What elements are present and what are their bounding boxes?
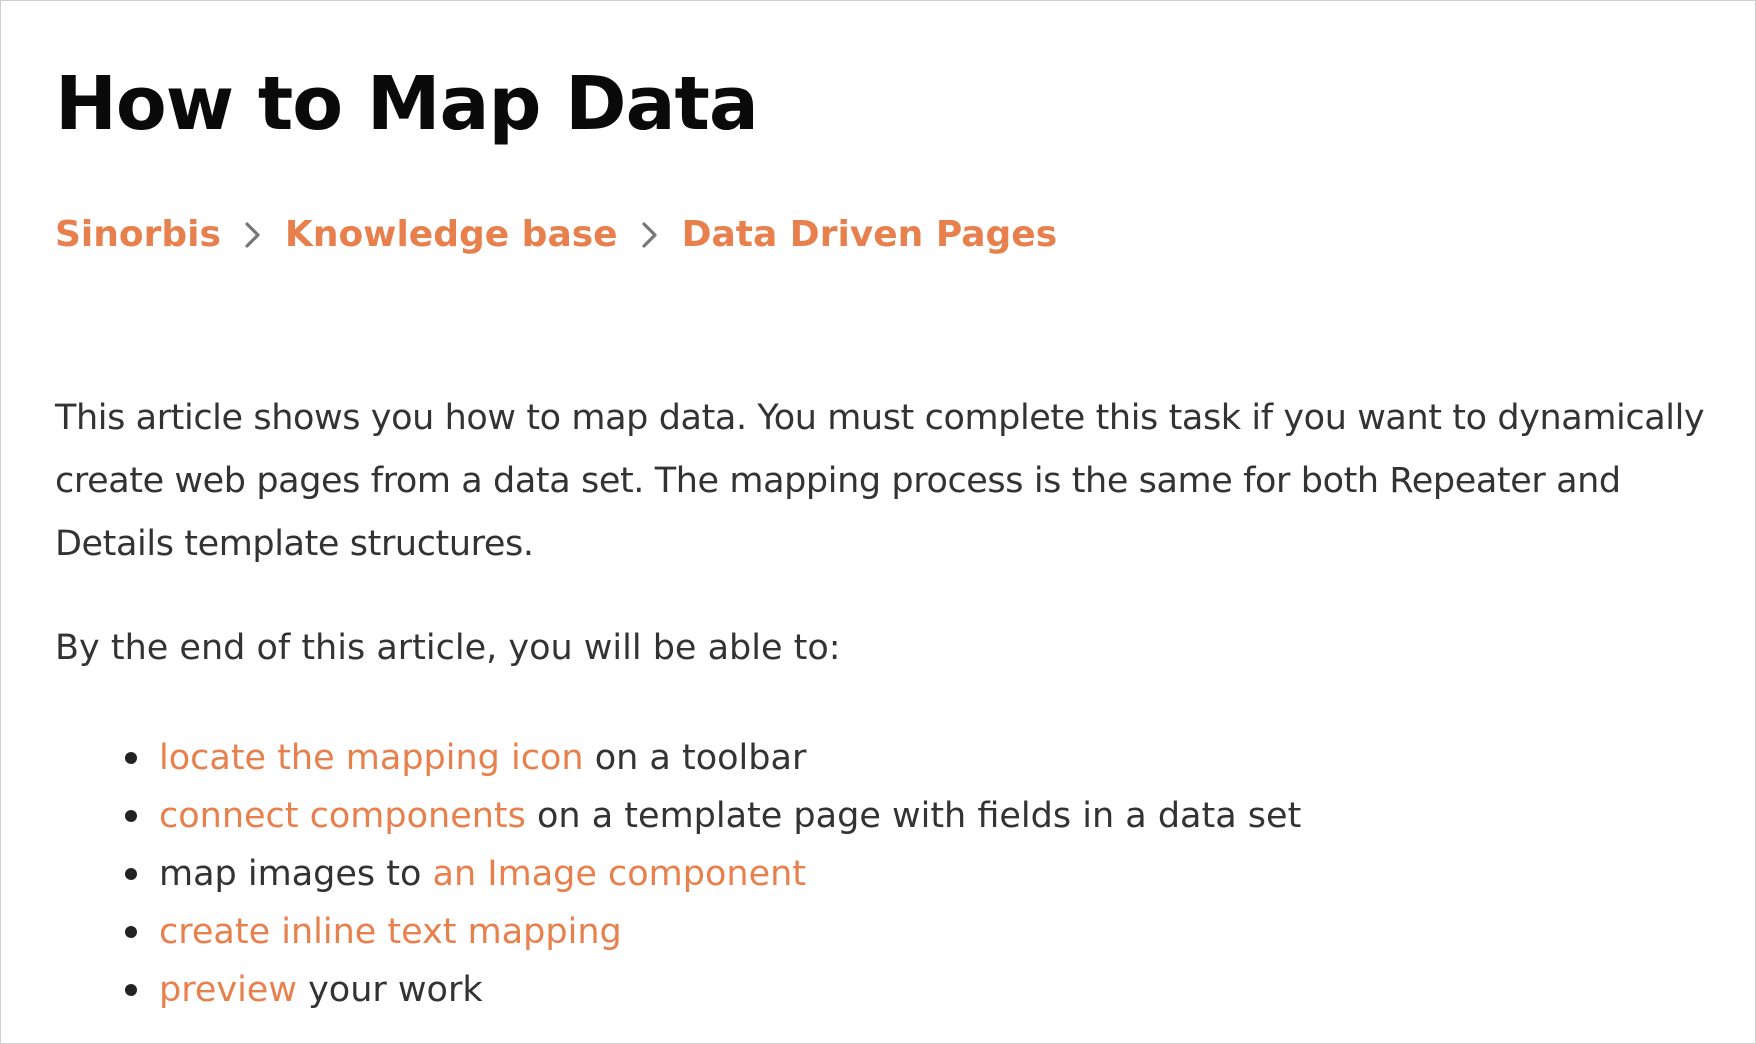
bullet-icon <box>125 810 137 822</box>
chevron-right-icon <box>239 220 265 250</box>
list-item-text: your work <box>296 970 483 1010</box>
list-item: locate the mapping icon on a toolbar <box>55 729 1301 787</box>
breadcrumb-item-sinorbis[interactable]: Sinorbis <box>55 207 221 263</box>
connect-components-link[interactable]: connect components <box>159 796 526 836</box>
preview-link[interactable]: preview <box>159 970 297 1010</box>
chevron-right-icon <box>636 220 662 250</box>
bullet-icon <box>125 926 137 938</box>
list-item: preview your work <box>55 961 1301 1019</box>
image-component-link[interactable]: an Image component <box>433 854 807 894</box>
list-item: connect components on a template page wi… <box>55 787 1301 845</box>
list-item-text: map images to <box>159 854 433 894</box>
locate-mapping-icon-link[interactable]: locate the mapping icon <box>159 738 584 778</box>
breadcrumb-item-knowledge-base[interactable]: Knowledge base <box>285 207 618 263</box>
list-item-text: on a toolbar <box>583 738 807 778</box>
objectives-list: locate the mapping icon on a toolbar con… <box>55 729 1301 1019</box>
breadcrumb-item-data-driven-pages[interactable]: Data Driven Pages <box>682 207 1058 263</box>
list-item: create inline text mapping <box>55 903 1301 961</box>
bullet-icon <box>125 868 137 880</box>
intro-paragraph: This article shows you how to map data. … <box>55 398 1705 564</box>
list-item-text: on a template page with fields in a data… <box>525 796 1302 836</box>
page-frame: How to Map Data Sinorbis Knowledge base … <box>0 0 1756 1044</box>
objectives-lead: By the end of this article, you will be … <box>55 628 841 668</box>
page-title: How to Map Data <box>55 61 759 147</box>
breadcrumb: Sinorbis Knowledge base Data Driven Page… <box>55 207 1057 263</box>
bullet-icon <box>125 752 137 764</box>
bullet-icon <box>125 984 137 996</box>
list-item: map images to an Image component <box>55 845 1301 903</box>
inline-text-mapping-link[interactable]: create inline text mapping <box>159 912 622 952</box>
